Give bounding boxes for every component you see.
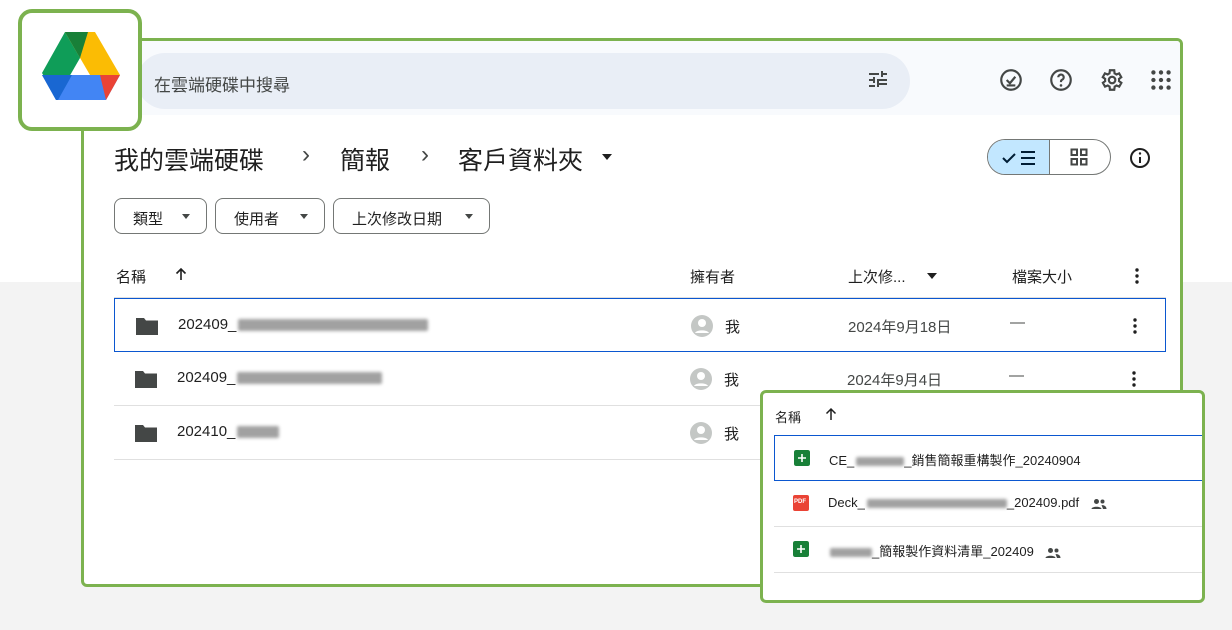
column-modified[interactable]: 上次修... bbox=[848, 266, 906, 287]
more-vert-icon[interactable] bbox=[1131, 369, 1137, 389]
list-item[interactable]: CE_ _銷售簡報重構製作_20240904 bbox=[774, 435, 1202, 481]
more-vert-icon[interactable] bbox=[1134, 267, 1140, 285]
file-name: _簡報製作資料清單_202409 bbox=[828, 541, 1061, 560]
sheets-icon bbox=[793, 541, 809, 557]
owner-value: 我 bbox=[724, 372, 740, 389]
offline-check-icon[interactable] bbox=[998, 67, 1024, 93]
filter-type[interactable]: 類型 bbox=[114, 198, 207, 234]
help-icon[interactable] bbox=[1048, 67, 1074, 93]
filter-modified[interactable]: 上次修改日期 bbox=[333, 198, 490, 234]
filter-modified-label: 上次修改日期 bbox=[352, 211, 443, 228]
breadcrumb-slides[interactable]: 簡報 bbox=[340, 141, 390, 177]
column-size[interactable]: 檔案大小 bbox=[1012, 266, 1072, 287]
folder-icon bbox=[135, 371, 157, 388]
more-vert-icon[interactable] bbox=[1132, 316, 1138, 336]
modified-value: 2024年9月4日 bbox=[847, 372, 943, 389]
folder-icon bbox=[135, 425, 157, 442]
file-name: Deck_ _202409.pdf bbox=[828, 495, 1107, 510]
google-drive-logo-icon bbox=[42, 32, 120, 100]
chevron-down-icon bbox=[300, 214, 308, 219]
info-icon[interactable] bbox=[1128, 146, 1152, 170]
breadcrumb-separator: › bbox=[302, 141, 310, 168]
file-name: CE_ _銷售簡報重構製作_20240904 bbox=[829, 453, 1081, 468]
owner-value: 我 bbox=[725, 319, 741, 336]
filter-type-label: 類型 bbox=[133, 211, 164, 228]
grid-icon bbox=[1070, 148, 1088, 166]
file-list-popup: 名稱 CE_ _銷售簡報重構製作_20240904 PDF Deck_ _20240… bbox=[760, 390, 1205, 603]
modified-value: 2024年9月18日 bbox=[848, 319, 952, 336]
sort-arrow-up-icon[interactable] bbox=[174, 267, 188, 281]
grid-view-button[interactable] bbox=[1050, 140, 1110, 174]
breadcrumb-my-drive[interactable]: 我的雲端硬碟 bbox=[114, 141, 264, 177]
filter-people[interactable]: 使用者 bbox=[215, 198, 325, 234]
breadcrumb-separator: › bbox=[421, 141, 429, 168]
search-options-icon[interactable] bbox=[866, 68, 890, 92]
view-toggle bbox=[987, 139, 1111, 175]
apps-icon[interactable] bbox=[1148, 67, 1174, 93]
list-item[interactable]: _簡報製作資料清單_202409 bbox=[774, 527, 1202, 573]
sort-arrow-up-icon[interactable] bbox=[824, 407, 838, 421]
sheets-icon bbox=[794, 450, 810, 466]
settings-icon[interactable] bbox=[1098, 67, 1124, 93]
shared-icon bbox=[1045, 547, 1061, 558]
list-view-button[interactable] bbox=[988, 140, 1050, 174]
shared-icon bbox=[1091, 498, 1107, 509]
search-bar[interactable]: 在雲端硬碟中搜尋 bbox=[137, 53, 910, 109]
folder-icon bbox=[136, 318, 158, 335]
row-divider bbox=[774, 572, 1202, 573]
search-input[interactable]: 在雲端硬碟中搜尋 bbox=[154, 71, 290, 96]
chevron-down-icon[interactable] bbox=[602, 154, 612, 160]
size-value: — bbox=[1009, 367, 1024, 384]
file-name: 202409_ bbox=[177, 369, 383, 386]
list-item[interactable]: PDF Deck_ _202409.pdf bbox=[774, 481, 1202, 527]
chevron-down-icon bbox=[182, 214, 190, 219]
table-row[interactable]: 202409_ 我 2024年9月18日 — bbox=[114, 298, 1166, 352]
chevron-down-icon[interactable] bbox=[927, 273, 937, 279]
avatar-icon bbox=[690, 422, 712, 444]
pdf-icon: PDF bbox=[793, 495, 809, 511]
size-value: — bbox=[1010, 314, 1025, 331]
file-name: 202409_ bbox=[178, 316, 429, 333]
column-owner[interactable]: 擁有者 bbox=[690, 266, 735, 287]
column-name[interactable]: 名稱 bbox=[116, 266, 146, 287]
check-list-icon bbox=[1002, 151, 1035, 165]
top-bar: 在雲端硬碟中搜尋 bbox=[84, 41, 1180, 115]
popup-column-name[interactable]: 名稱 bbox=[775, 407, 801, 426]
file-name: 202410_ bbox=[177, 423, 280, 440]
breadcrumb-client-folder[interactable]: 客戶資料夾 bbox=[458, 141, 583, 177]
avatar-icon bbox=[690, 368, 712, 390]
avatar-icon bbox=[691, 315, 713, 337]
chevron-down-icon bbox=[465, 214, 473, 219]
owner-value: 我 bbox=[724, 426, 740, 443]
filter-people-label: 使用者 bbox=[234, 211, 280, 228]
drive-logo bbox=[18, 9, 142, 131]
